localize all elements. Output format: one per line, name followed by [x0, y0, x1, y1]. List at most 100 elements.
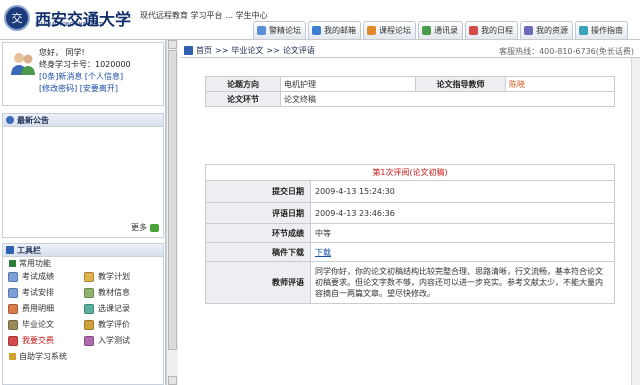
- common-functions-section[interactable]: 常用功能: [3, 257, 163, 269]
- tool-evaluation[interactable]: 教学评价: [84, 317, 160, 332]
- home-icon: [184, 46, 193, 55]
- nav-contacts-label: 通讯录: [434, 26, 458, 35]
- breadcrumb-separator: >>: [215, 46, 229, 55]
- university-english-name: XIAN JIAOTONG UNIVERSITY: [35, 22, 105, 28]
- review-table: 第1次评阅(论文初稿) 提交日期 2009-4-13 15:24:30 评语日期…: [205, 164, 615, 304]
- announcement-title: 最新公告: [17, 115, 49, 125]
- nav-mail-label: 我的邮箱: [324, 26, 356, 35]
- toolbar-panel: 工具栏 常用功能 考试成绩 教学计划 考试安排 教材信息 费用明细 选课记录 毕…: [2, 243, 164, 385]
- forum-icon: [257, 26, 266, 35]
- resources-icon: [524, 26, 533, 35]
- tool-exam-score[interactable]: 考试成绩: [8, 269, 84, 284]
- profile-link[interactable]: [个人信息]: [85, 72, 123, 81]
- nav-course-forum-button[interactable]: 课程论坛: [363, 21, 416, 39]
- review-date-label: 评语日期: [205, 202, 311, 224]
- exam-score-icon: [8, 271, 18, 282]
- tool-course-record[interactable]: 选课记录: [84, 301, 160, 316]
- tool-exam-schedule[interactable]: 考试安排: [8, 285, 84, 300]
- platform-subtitle: 现代远程教育 学习平台 … 学生中心: [140, 11, 268, 20]
- table-row: 环节成绩 中等: [205, 223, 615, 243]
- table-row: 论题方向 电机护理 论文指导教师 陈晓: [205, 76, 615, 92]
- announcement-icon: [6, 116, 14, 124]
- tool-label: 考试成绩: [22, 272, 54, 281]
- mail-icon: [312, 26, 321, 35]
- topic-value: 电机护理: [280, 76, 416, 92]
- tool-label: 我要交费: [22, 336, 54, 345]
- tool-label: 入学测试: [98, 336, 130, 345]
- toolbar-icon: [6, 246, 14, 254]
- table-row: 论文环节 论文终稿: [205, 91, 615, 107]
- teaching-plan-icon: [84, 271, 94, 282]
- sidebar-scrollbar[interactable]: [166, 40, 178, 385]
- course-record-icon: [84, 303, 94, 314]
- more-label: 更多: [131, 223, 147, 232]
- change-password-link[interactable]: [修改密码]: [39, 84, 77, 93]
- toolbar-header: 工具栏: [3, 244, 163, 257]
- tool-label: 教材信息: [98, 288, 130, 297]
- breadcrumb-separator: >>: [266, 46, 280, 55]
- tool-textbook[interactable]: 教材信息: [84, 285, 160, 300]
- grade-label: 环节成绩: [205, 223, 311, 243]
- nav-forum-label: 警精论坛: [269, 26, 301, 35]
- messages-link[interactable]: [0条]新消息: [39, 72, 82, 81]
- user-info-panel: 您好， 同学! 终身学习卡号：1020000 [0条]新消息 [个人信息] [修…: [2, 42, 164, 106]
- header: 交 西安交通大学 XIAN JIAOTONG UNIVERSITY 现代远程教育…: [0, 0, 640, 40]
- announcement-header: 最新公告: [3, 114, 163, 127]
- tool-label: 毕业论文: [22, 320, 54, 329]
- tool-thesis[interactable]: 毕业论文: [8, 317, 84, 332]
- tool-pay[interactable]: 我要交费: [8, 333, 84, 348]
- announcement-panel: 最新公告 更多: [2, 113, 164, 238]
- table-row: 第1次评阅(论文初稿): [205, 164, 615, 181]
- nav-guide-label: 操作指南: [591, 26, 623, 35]
- download-link[interactable]: 下载: [315, 248, 331, 257]
- submit-date-value: 2009-4-13 15:24:30: [310, 180, 615, 203]
- logout-link[interactable]: [安要离开]: [80, 84, 118, 93]
- breadcrumb-current: 论文评语: [282, 46, 315, 55]
- thesis-info-table: 论题方向 电机护理 论文指导教师 陈晓 论文环节 论文终稿: [205, 76, 615, 107]
- contacts-icon: [422, 26, 431, 35]
- stage-label: 论文环节: [205, 91, 281, 107]
- sidebar: 您好， 同学! 终身学习卡号：1020000 [0条]新消息 [个人信息] [修…: [0, 40, 166, 385]
- nav-contacts-button[interactable]: 通讯录: [418, 21, 463, 39]
- tool-fees[interactable]: 费用明细: [8, 301, 84, 316]
- nav-forum-button[interactable]: 警精论坛: [253, 21, 306, 39]
- announcement-more-link[interactable]: 更多: [131, 222, 159, 233]
- comment-label: 教师评语: [205, 261, 311, 304]
- grade-value: 中等: [310, 223, 615, 243]
- nav-resources-button[interactable]: 我的资源: [520, 21, 573, 39]
- tool-teaching-plan[interactable]: 教学计划: [84, 269, 160, 284]
- common-functions-label: 常用功能: [19, 258, 51, 268]
- table-row: 教师评语 同学你好，你的论文初稿结构比较完整合理、思路清晰，行文流畅，基本符合论…: [205, 261, 615, 304]
- nav-course-forum-label: 课程论坛: [379, 26, 411, 35]
- pay-icon: [8, 335, 18, 346]
- user-greeting: 您好， 同学!: [39, 48, 85, 57]
- topic-label: 论题方向: [205, 76, 281, 92]
- tool-grid: 考试成绩 教学计划 考试安排 教材信息 费用明细 选课记录 毕业论文 教学评价 …: [3, 269, 163, 348]
- submit-date-label: 提交日期: [205, 180, 311, 203]
- nav-calendar-label: 我的日程: [481, 26, 513, 35]
- scroll-up-arrow-icon[interactable]: [168, 40, 177, 49]
- tool-label: 费用明细: [22, 304, 54, 313]
- tool-entrance-test[interactable]: 入学测试: [84, 333, 160, 348]
- self-study-section[interactable]: 自助学习系统: [3, 350, 163, 362]
- nav-guide-button[interactable]: 操作指南: [575, 21, 628, 39]
- thesis-icon: [8, 319, 18, 330]
- tool-label: 教学评价: [98, 320, 130, 329]
- expand-plus-icon: [9, 352, 16, 360]
- download-label: 稿件下载: [205, 242, 311, 262]
- scrollbar-thumb[interactable]: [168, 50, 177, 350]
- teacher-label: 论文指导教师: [415, 76, 506, 92]
- review-date-value: 2009-4-13 23:46:36: [310, 202, 615, 224]
- nav-mail-button[interactable]: 我的邮箱: [308, 21, 361, 39]
- breadcrumb-thesis[interactable]: 毕业论文: [231, 45, 263, 56]
- tool-label: 教学计划: [98, 272, 130, 281]
- page: 交 西安交通大学 XIAN JIAOTONG UNIVERSITY 现代远程教育…: [0, 0, 640, 385]
- toolbar-title: 工具栏: [17, 245, 41, 255]
- comment-value: 同学你好，你的论文初稿结构比较完整合理、思路清晰，行文流畅，基本符合论文初稿要求…: [310, 261, 615, 304]
- stage-value: 论文终稿: [280, 91, 615, 107]
- breadcrumb-home[interactable]: 首页: [196, 45, 212, 56]
- scroll-down-arrow-icon[interactable]: [168, 376, 177, 385]
- main-scrollbar[interactable]: [631, 58, 640, 385]
- nav-calendar-button[interactable]: 我的日程: [465, 21, 518, 39]
- review-title: 第1次评阅(论文初稿): [205, 164, 615, 181]
